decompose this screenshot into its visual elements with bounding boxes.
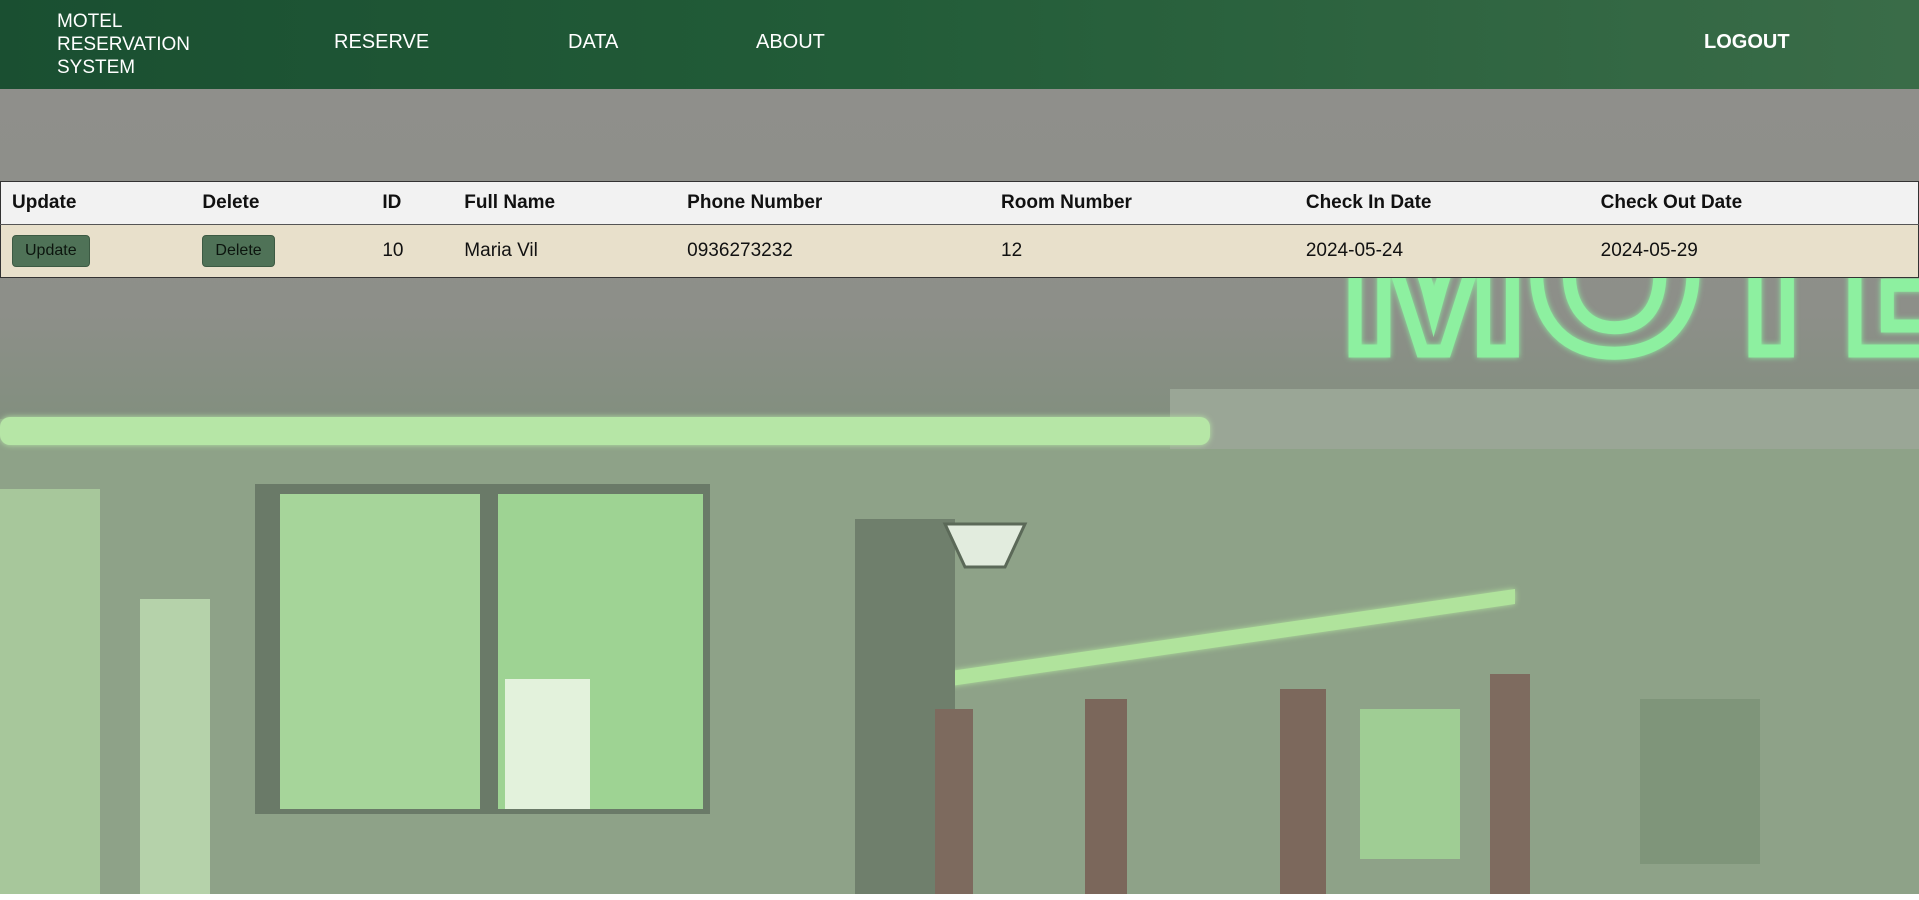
cell-check-out-date: 2024-05-29 — [1589, 224, 1919, 278]
nav-link-data[interactable]: DATA — [568, 31, 618, 54]
porch-post — [1085, 699, 1127, 894]
brand-line: SYSTEM — [57, 57, 136, 78]
brand-title: MOTEL RESERVATION SYSTEM — [57, 10, 217, 79]
column-header-delete: Delete — [191, 181, 372, 225]
logout-link[interactable]: LOGOUT — [1704, 31, 1790, 54]
right-window — [1360, 709, 1460, 859]
brand-line: RESERVATION — [57, 34, 191, 55]
wall-lamp-glow — [140, 599, 210, 894]
delete-cell: Delete — [191, 224, 372, 278]
column-header-check-out-date: Check Out Date — [1589, 181, 1919, 225]
far-right-window — [1640, 699, 1760, 864]
porch-post — [935, 709, 973, 894]
porch-post — [1280, 689, 1326, 894]
reservation-table: Update Delete ID Full Name Phone Number … — [0, 181, 1919, 278]
left-window — [0, 489, 100, 894]
column-header-update: Update — [0, 181, 192, 225]
delete-button[interactable]: Delete — [202, 235, 275, 267]
cell-full-name: Maria Vil — [453, 224, 677, 278]
window-curtain-light — [505, 679, 590, 809]
update-cell: Update — [0, 224, 192, 278]
neon-roof-strip — [0, 417, 1210, 445]
column-header-check-in-date: Check In Date — [1294, 181, 1590, 225]
cell-phone-number: 0936273232 — [676, 224, 991, 278]
nav-link-about[interactable]: ABOUT — [756, 31, 825, 54]
column-header-full-name: Full Name — [453, 181, 677, 225]
update-button[interactable]: Update — [12, 235, 90, 267]
porch-post — [1490, 674, 1530, 894]
window-pane-left — [280, 494, 480, 809]
page-bottom-edge — [0, 894, 1919, 900]
table-header-row: Update Delete ID Full Name Phone Number … — [0, 181, 1919, 225]
nav-link-reserve[interactable]: RESERVE — [334, 31, 429, 54]
column-header-id: ID — [371, 181, 454, 225]
top-navbar: MOTEL RESERVATION SYSTEM RESERVE DATA AB… — [0, 0, 1919, 89]
brand-line: MOTEL — [57, 11, 123, 32]
column-header-phone-number: Phone Number — [676, 181, 991, 225]
cell-id: 10 — [371, 224, 454, 278]
column-header-room-number: Room Number — [990, 181, 1295, 225]
table-row: Update Delete 10 Maria Vil 0936273232 12… — [0, 224, 1919, 278]
cell-room-number: 12 — [990, 224, 1295, 278]
cell-check-in-date: 2024-05-24 — [1294, 224, 1590, 278]
